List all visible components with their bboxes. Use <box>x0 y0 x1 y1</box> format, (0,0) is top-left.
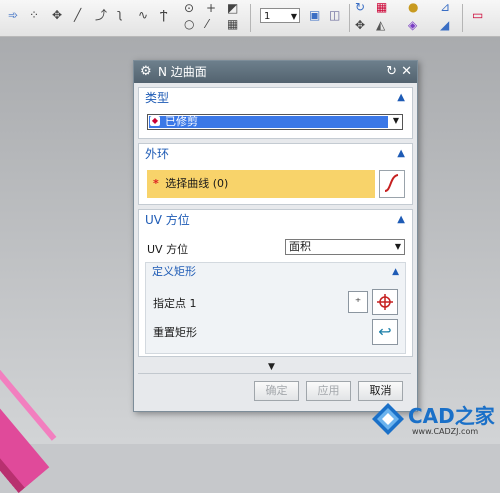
intersection-curve-icon[interactable]: Ϯ <box>160 8 167 22</box>
uv-group-header[interactable]: UV 方位 ▲ <box>139 210 412 230</box>
reset-rectangle-button[interactable]: ↩ <box>372 319 398 345</box>
chevron-down-icon: ▼ <box>394 242 401 251</box>
pink-solid-body <box>0 337 50 493</box>
zoom-region-icon[interactable]: ▣ <box>309 8 320 22</box>
ok-button[interactable]: 确定 <box>254 381 299 401</box>
type-selected-text: 已修剪 <box>165 115 198 128</box>
type-select-value: 已修剪 <box>149 116 388 128</box>
select-curve-row[interactable]: * 选择曲线 (0) <box>147 170 375 198</box>
curve-icon[interactable]: ʅ <box>117 7 123 21</box>
slash-icon[interactable]: ⁄ <box>206 17 208 31</box>
n-sided-surface-dialog: ⚙ N 边曲面 ↻ ✕ 类型 ▲ 已修剪 ◆ ▼ 外环 ▲ * 选择曲线 (0) <box>133 60 418 412</box>
type-group-title: 类型 <box>145 91 170 105</box>
analysis-icon[interactable]: ◢ <box>440 18 449 32</box>
line-icon[interactable]: ╱ <box>74 8 81 22</box>
specify-point-label: 指定点 1 <box>153 297 197 310</box>
define-rect-header[interactable]: 定义矩形 ▲ <box>146 263 405 281</box>
type-group: 类型 ▲ 已修剪 ◆ ▼ <box>138 87 413 139</box>
toolbar-divider <box>349 4 350 32</box>
apply-button[interactable]: 应用 <box>306 381 351 401</box>
point-constructor-icon: ⁺ <box>354 295 362 309</box>
toolbar-divider <box>462 4 463 32</box>
chevron-up-icon[interactable]: ▲ <box>397 88 405 108</box>
uv-orientation-select[interactable]: 面积 ▼ <box>285 239 405 255</box>
rotate-icon[interactable]: ↻ <box>355 0 365 14</box>
ruler-icon[interactable]: ▭ <box>472 8 483 22</box>
dialog-divider <box>138 373 411 374</box>
chevron-down-icon: ▼ <box>392 116 399 125</box>
outer-loop-group-header[interactable]: 外环 ▲ <box>139 144 412 164</box>
uv-orientation-label: UV 方位 <box>147 243 189 256</box>
reset-rect-label: 重置矩形 <box>153 326 197 339</box>
shade-icon[interactable]: ◭ <box>376 18 385 32</box>
gear-icon[interactable]: ⚙ <box>140 61 152 83</box>
define-rect-title: 定义矩形 <box>152 265 196 278</box>
reset-icon[interactable]: ↻ <box>386 61 397 83</box>
toolbar-divider <box>250 4 251 32</box>
point-cloud-icon[interactable]: ✥ <box>52 8 62 22</box>
spline-icon[interactable]: ⤴ <box>95 8 107 22</box>
zoom-select[interactable]: 1 ▼ <box>260 8 300 23</box>
outer-loop-group-title: 外环 <box>145 147 170 161</box>
dialog-titlebar[interactable]: ⚙ N 边曲面 ↻ ✕ <box>134 61 417 83</box>
layout-icon[interactable]: ▦ <box>376 0 387 14</box>
curve-icon <box>384 174 399 192</box>
measure-icon[interactable]: ⊿ <box>440 0 450 14</box>
dialog-title: N 边曲面 <box>158 65 207 79</box>
zoom-value: 1 <box>264 11 271 22</box>
point-pick-button[interactable] <box>372 289 398 315</box>
shape-icon[interactable]: ◩ <box>227 1 238 15</box>
expand-more-icon[interactable]: ▼ <box>268 362 275 372</box>
chevron-up-icon[interactable]: ▲ <box>392 263 399 281</box>
chevron-down-icon: ▼ <box>290 12 297 21</box>
plus-icon[interactable]: + <box>206 1 216 15</box>
circle-icon[interactable]: ○ <box>184 17 194 31</box>
watermark-url: www.CADZJ.com <box>412 427 479 436</box>
cadzj-watermark: CAD之家 www.CADZJ.com <box>368 400 500 444</box>
select-curve-label: 选择曲线 (0) <box>165 177 229 190</box>
chevron-up-icon[interactable]: ▲ <box>397 144 405 164</box>
watermark-brand: CAD之家 <box>408 404 495 428</box>
cadzj-logo <box>372 403 404 435</box>
render-icon[interactable]: ◈ <box>408 18 417 32</box>
type-select[interactable]: 已修剪 ◆ ▼ <box>147 114 403 130</box>
pan-icon[interactable]: ✥ <box>355 18 365 32</box>
trimmed-surface-icon: ◆ <box>150 116 160 126</box>
point-set-icon[interactable]: ⁘ <box>29 8 39 22</box>
close-icon[interactable]: ✕ <box>401 61 412 83</box>
sphere-icon[interactable]: ● <box>408 0 418 14</box>
crosshair-icon <box>377 294 393 310</box>
wave-curve-icon[interactable]: ∿ <box>138 8 148 22</box>
circle-point-icon[interactable]: ⊙ <box>184 1 194 15</box>
view-orient-icon[interactable]: ◫ <box>329 8 340 22</box>
top-toolbar: ➾ ⁘ ✥ ╱ ⤴ ʅ ∿ Ϯ ⊙ ○ + ⁄ ◩ ▦ 1 ▼ ▣ ◫ ↻ ✥ … <box>0 0 500 37</box>
required-star-icon: * <box>153 177 159 190</box>
grid-icon[interactable]: ▦ <box>227 17 238 31</box>
curve-select-button[interactable] <box>379 170 405 198</box>
cancel-button[interactable]: 取消 <box>358 381 403 401</box>
outer-loop-group: 外环 ▲ * 选择曲线 (0) <box>138 143 413 205</box>
point-dialog-button[interactable]: ⁺ <box>348 291 368 313</box>
arrow-right-icon[interactable]: ➾ <box>8 8 18 22</box>
type-group-header[interactable]: 类型 ▲ <box>139 88 412 108</box>
chevron-up-icon[interactable]: ▲ <box>397 210 405 230</box>
define-rectangle-subgroup: 定义矩形 ▲ 指定点 1 ⁺ 重置矩形 ↩ <box>145 262 406 354</box>
uv-orientation-group: UV 方位 ▲ UV 方位 面积 ▼ 定义矩形 ▲ 指定点 1 ⁺ 重置矩形 ↩ <box>138 209 413 357</box>
undo-arrow-icon: ↩ <box>378 322 392 341</box>
uv-group-title: UV 方位 <box>145 213 190 227</box>
uv-orientation-value: 面积 <box>289 240 311 253</box>
